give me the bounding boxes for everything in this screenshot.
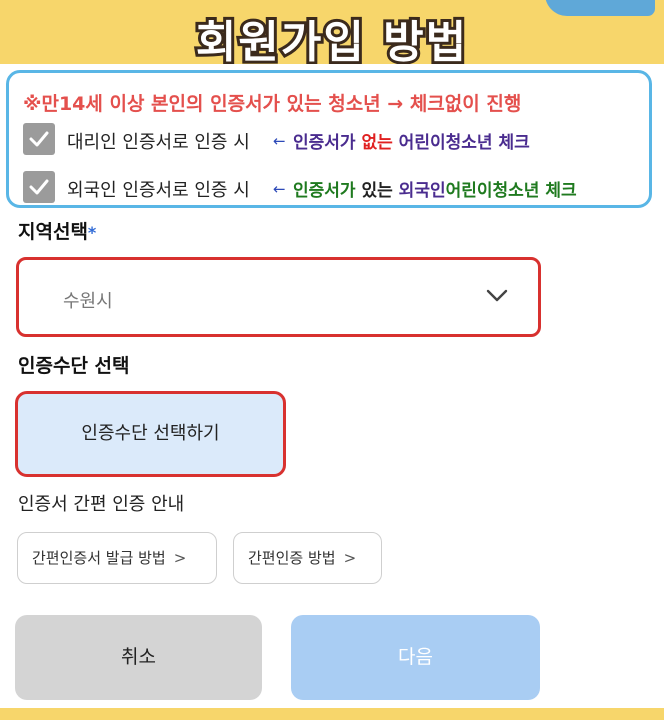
foreigner-note-part: 어린이청소년 체크 bbox=[445, 181, 577, 201]
header-banner: 회원가입 방법 bbox=[0, 0, 664, 64]
notice-headline: ※만14세 이상 본인의 인증서가 있는 청소년 → 체크없이 진행 bbox=[23, 93, 522, 115]
arrow-left-icon: ← bbox=[273, 180, 286, 198]
foreigner-note-emphasis: 외국인 bbox=[392, 181, 446, 201]
select-auth-method-button[interactable]: 인증수단 선택하기 bbox=[15, 391, 286, 477]
chevron-right-icon: > bbox=[173, 549, 187, 567]
auth-guide-label: 인증서 간편 인증 안내 bbox=[18, 494, 185, 515]
region-label-text: 지역선택 bbox=[18, 221, 88, 243]
simple-auth-guide-link[interactable]: 간편인증 방법 > bbox=[233, 532, 382, 584]
region-label: 지역선택* bbox=[18, 217, 96, 244]
issue-guide-label: 간편인증서 발급 방법 bbox=[32, 549, 166, 567]
foreigner-note: 인증서가 있는 외국인어린이청소년 체크 bbox=[293, 176, 577, 201]
banner-title: 회원가입 방법 bbox=[193, 14, 469, 64]
notice-box: ※만14세 이상 본인의 인증서가 있는 청소년 → 체크없이 진행 대리인 인… bbox=[6, 70, 652, 208]
checkmark-icon bbox=[29, 179, 49, 195]
issue-guide-link[interactable]: 간편인증서 발급 방법 > bbox=[17, 532, 217, 584]
foreigner-checkbox-label: 외국인 인증서로 인증 시 bbox=[67, 180, 250, 201]
required-mark: * bbox=[87, 223, 97, 242]
checkmark-icon bbox=[29, 131, 49, 147]
proxy-note-emphasis: 없는 bbox=[361, 133, 393, 153]
region-select[interactable]: 수원시 bbox=[16, 257, 541, 337]
proxy-note: 인증서가 없는 어린이청소년 체크 bbox=[293, 128, 530, 153]
region-select-value: 수원시 bbox=[63, 291, 113, 312]
proxy-checkbox[interactable] bbox=[23, 123, 55, 155]
arrow-left-icon: ← bbox=[273, 132, 286, 150]
chevron-right-icon: > bbox=[343, 549, 357, 567]
chevron-down-icon bbox=[486, 289, 508, 302]
simple-auth-guide-label: 간편인증 방법 bbox=[248, 549, 336, 567]
bottom-banner-strip bbox=[0, 708, 664, 720]
proxy-note-part: 인증서가 bbox=[293, 133, 362, 153]
foreigner-checkbox[interactable] bbox=[23, 171, 55, 203]
foreigner-note-part: 인증서가 bbox=[293, 181, 362, 201]
proxy-note-part: 어린이청소년 체크 bbox=[392, 133, 530, 153]
cancel-button[interactable]: 취소 bbox=[15, 615, 262, 700]
next-button[interactable]: 다음 bbox=[291, 615, 540, 700]
proxy-checkbox-label: 대리인 인증서로 인증 시 bbox=[67, 132, 250, 153]
foreigner-note-emphasis: 있는 bbox=[361, 181, 393, 201]
auth-method-label: 인증수단 선택 bbox=[18, 355, 130, 377]
